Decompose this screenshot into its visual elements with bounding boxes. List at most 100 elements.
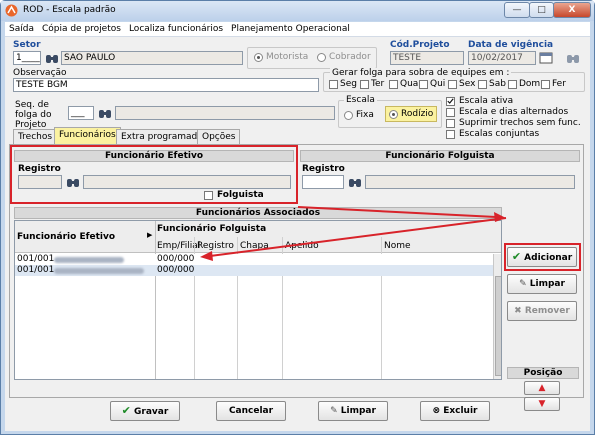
- observacao-label: Observação: [13, 68, 67, 78]
- menu-bar: Saída Cópia de projetos Localiza funcionár…: [5, 22, 590, 37]
- binoculars-icon[interactable]: [45, 52, 59, 64]
- blurred-name: [54, 268, 144, 274]
- menu-localiza-funcionarios[interactable]: Localiza funcionários: [125, 22, 227, 36]
- folga-sex-checkbox[interactable]: [448, 80, 457, 89]
- folga-ter-checkbox[interactable]: [360, 80, 369, 89]
- folga-qua-checkbox[interactable]: [389, 80, 398, 89]
- cancelar-button[interactable]: Cancelar: [216, 401, 286, 421]
- suprimir-label: Suprimir trechos sem func.: [459, 118, 581, 128]
- maximize-button[interactable]: □: [529, 2, 554, 18]
- motorista-radio[interactable]: [254, 53, 263, 62]
- folga-seg-checkbox[interactable]: [329, 80, 338, 89]
- folga-fer-label: Fer: [552, 79, 566, 89]
- move-down-button[interactable]: ▼: [524, 397, 560, 411]
- title-bar: ROD - Escala padrão — □ X: [1, 1, 594, 21]
- data-vigencia-field: 10/02/2017: [468, 51, 536, 65]
- binoculars-icon[interactable]: [348, 176, 362, 188]
- eraser-icon: ✎: [519, 279, 527, 289]
- escalas-conjuntas-checkbox[interactable]: [446, 130, 455, 139]
- tab-trechos[interactable]: Trechos: [13, 129, 58, 144]
- delete-icon: ✖: [514, 306, 522, 316]
- col-apelido: Apelido: [285, 241, 319, 251]
- excluir-label: Excluir: [443, 406, 478, 416]
- tab-extra-programado[interactable]: Extra programado: [116, 129, 208, 144]
- row-efetivo: 001/001: [17, 265, 55, 275]
- folga-qui-checkbox[interactable]: [419, 80, 428, 89]
- folga-sab-checkbox[interactable]: [478, 80, 487, 89]
- col-folguista: Funcionário Folguista: [157, 224, 267, 234]
- limpar-side-button[interactable]: ✎ Limpar: [507, 274, 577, 294]
- gravar-button[interactable]: ✔ Gravar: [110, 401, 180, 421]
- setor-name-field: SAO PAULO: [61, 51, 243, 65]
- move-up-button[interactable]: ▲: [524, 381, 560, 395]
- tab-opcoes[interactable]: Opções: [197, 129, 241, 144]
- cobrador-radio[interactable]: [317, 53, 326, 62]
- folga-qui-label: Qui: [430, 79, 446, 89]
- folga-qua-label: Qua: [400, 79, 419, 89]
- binoculars-icon[interactable]: [98, 107, 112, 119]
- seq-folga-label: Seq. de folga do Projeto: [15, 100, 52, 130]
- associados-grid[interactable]: Funcionário Efetivo ▶ Funcionário Folgui…: [14, 220, 502, 380]
- folga-sab-label: Sab: [489, 79, 506, 89]
- adicionar-highlight-box: [504, 243, 581, 271]
- remover-button[interactable]: ✖ Remover: [507, 301, 577, 321]
- row-efetivo: 001/001: [17, 254, 55, 264]
- arrow-down-icon: ▼: [538, 399, 546, 409]
- delete-icon: ⊗: [432, 406, 441, 416]
- limpar-button[interactable]: ✎ Limpar: [318, 401, 388, 421]
- setor-label: Setor: [13, 40, 41, 50]
- minimize-button[interactable]: —: [504, 2, 530, 18]
- menu-copia-projetos[interactable]: Cópia de projetos: [38, 22, 125, 36]
- blurred-name: [54, 257, 124, 263]
- folga-fer-checkbox[interactable]: [541, 80, 550, 89]
- arrow-up-icon: ▲: [538, 383, 546, 393]
- scroll-thumb[interactable]: [495, 276, 501, 376]
- tab-funcionarios[interactable]: Funcionários: [54, 127, 121, 144]
- excluir-button[interactable]: ⊗ Excluir: [420, 401, 490, 421]
- folguista-header: Funcionário Folguista: [300, 150, 580, 162]
- app-logo-icon: [5, 4, 18, 17]
- form-client-area: Setor 1____ SAO PAULO Motorista Cobrador…: [5, 37, 590, 431]
- folguista-registro-input[interactable]: [302, 175, 344, 189]
- fixa-label: Fixa: [356, 110, 374, 120]
- suprimir-checkbox[interactable]: [446, 119, 455, 128]
- setor-code-input[interactable]: 1____: [13, 51, 41, 65]
- folga-dom-checkbox[interactable]: [508, 80, 517, 89]
- rodizio-label: Rodízio: [401, 109, 434, 119]
- fixa-radio[interactable]: [344, 111, 353, 120]
- col-chapa: Chapa: [240, 241, 269, 251]
- rodizio-radio[interactable]: [389, 110, 398, 119]
- associados-header: Funcionários Associados: [14, 207, 502, 219]
- cancelar-label: Cancelar: [228, 406, 274, 416]
- vertical-scrollbar[interactable]: [493, 254, 501, 379]
- folguista-nome-field: [365, 175, 575, 189]
- cobrador-label: Cobrador: [329, 52, 371, 62]
- escala-ativa-label: Escala ativa: [459, 96, 514, 106]
- remover-label: Remover: [524, 306, 570, 316]
- check-icon: [447, 98, 454, 104]
- folga-seg-label: Seg: [340, 79, 357, 89]
- limpar-label: Limpar: [340, 406, 376, 416]
- observacao-input[interactable]: TESTE BGM: [13, 78, 319, 92]
- window-title: ROD - Escala padrão: [23, 5, 116, 15]
- escala-ativa-checkbox[interactable]: [446, 97, 455, 106]
- seq-folga-input[interactable]: ___: [68, 106, 94, 120]
- binoculars-icon[interactable]: [566, 52, 580, 64]
- menu-saida[interactable]: Saída: [5, 22, 38, 36]
- row-emp-filial: 000/000: [157, 254, 195, 264]
- dias-alternados-checkbox[interactable]: [446, 108, 455, 117]
- calendar-icon[interactable]: [539, 52, 553, 64]
- gravar-label: Gravar: [134, 407, 169, 417]
- row-emp-filial: 000/000: [157, 265, 195, 275]
- col-arrow-icon: ▶: [147, 231, 153, 239]
- table-row[interactable]: 001/001 000/000: [15, 265, 493, 276]
- folga-group-label: Gerar folga para sobra de equipes em :: [330, 68, 512, 78]
- funcionarios-panel: Funcionário Efetivo Registro Folguista F…: [9, 144, 584, 411]
- close-button[interactable]: X: [553, 2, 591, 18]
- folga-ter-label: Ter: [371, 79, 385, 89]
- data-vigencia-label: Data de vigência: [468, 40, 554, 50]
- cod-projeto-label: Cód.Projeto: [390, 40, 450, 50]
- dias-alternados-label: Escala e dias alternados: [459, 107, 569, 117]
- menu-planejamento-operacional[interactable]: Planejamento Operacional: [227, 22, 354, 36]
- table-row[interactable]: 001/001 000/000: [15, 254, 493, 265]
